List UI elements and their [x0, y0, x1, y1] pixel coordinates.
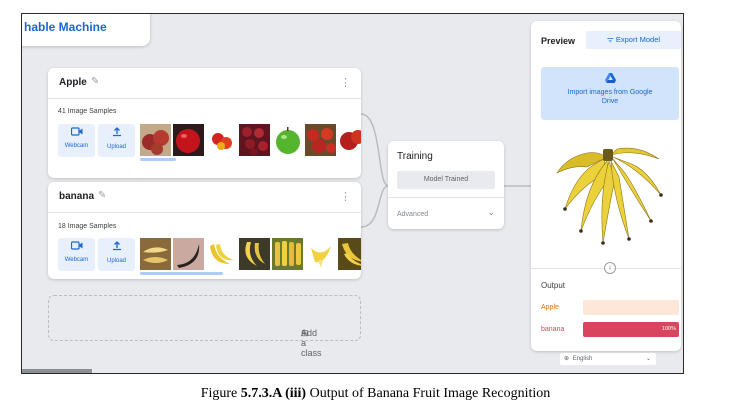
- thumbnail-scrollbar[interactable]: [140, 272, 223, 275]
- teachable-machine-window: hable Machine Apple ✎ ⋮ 41 Image Samples…: [21, 13, 684, 374]
- add-class-button[interactable]: ⊞ Add a class: [48, 295, 361, 358]
- upload-button[interactable]: Upload: [98, 238, 135, 271]
- more-options-icon[interactable]: ⋮: [340, 76, 351, 89]
- upload-icon: [98, 241, 135, 255]
- training-card: Training Model Trained Advanced ⌄: [388, 141, 504, 229]
- class-card-apple: Apple ✎ ⋮ 41 Image Samples Webcam Upload: [48, 68, 361, 178]
- sample-image[interactable]: [173, 124, 204, 156]
- class-name[interactable]: Apple: [59, 77, 87, 88]
- webcam-button[interactable]: Webcam: [58, 124, 95, 157]
- pencil-icon[interactable]: ✎: [98, 190, 106, 201]
- sample-count: 41 Image Samples: [58, 108, 117, 115]
- chevron-down-icon[interactable]: ⌄: [487, 207, 495, 218]
- sample-thumbnails[interactable]: [140, 238, 361, 270]
- class-name[interactable]: banana: [59, 191, 94, 202]
- sample-image[interactable]: [305, 238, 336, 270]
- confidence-bar-apple: [583, 300, 679, 315]
- class-header: Apple ✎ ⋮: [48, 68, 361, 99]
- confidence-bar-banana: 100%: [583, 322, 679, 337]
- sample-count: 18 Image Samples: [58, 223, 117, 230]
- output-label-apple: Apple: [541, 304, 559, 311]
- divider: [388, 197, 504, 198]
- sample-image[interactable]: [140, 124, 171, 156]
- sample-image[interactable]: [140, 238, 171, 270]
- webcam-button[interactable]: Webcam: [58, 238, 95, 271]
- sample-image[interactable]: [272, 238, 303, 270]
- preview-image: [556, 147, 663, 245]
- sample-image[interactable]: [338, 124, 361, 156]
- upload-button[interactable]: Upload: [98, 124, 135, 157]
- sample-image[interactable]: [338, 238, 361, 270]
- arrow-down-icon: ↓: [604, 262, 616, 274]
- sample-image[interactable]: [272, 124, 303, 156]
- figure-caption: Figure 5.7.3.A (iii) Output of Banana Fr…: [200, 386, 551, 401]
- language-select[interactable]: ⊕ English ⌄: [560, 353, 656, 365]
- output-label-banana: banana: [541, 326, 565, 333]
- sample-thumbnails[interactable]: [140, 124, 361, 156]
- export-model-button[interactable]: ᯤ Export Model: [586, 31, 681, 49]
- train-model-button[interactable]: Model Trained: [397, 171, 495, 189]
- sample-image[interactable]: [305, 124, 336, 156]
- sample-image[interactable]: [173, 238, 204, 270]
- import-label: Import images from Google Drive: [567, 89, 653, 105]
- thumbnail-scrollbar[interactable]: [140, 158, 176, 161]
- sample-image[interactable]: [239, 124, 270, 156]
- webcam-icon: [58, 241, 95, 254]
- wifi-icon: ᯤ: [606, 35, 614, 44]
- sample-image[interactable]: [206, 238, 237, 270]
- confidence-percent: 100%: [661, 326, 676, 332]
- training-title: Training: [397, 151, 433, 162]
- output-title: Output: [541, 281, 566, 290]
- pencil-icon[interactable]: ✎: [91, 76, 99, 87]
- horizontal-scrollbar[interactable]: [22, 369, 92, 373]
- class-card-banana: banana ✎ ⋮ 18 Image Samples Webcam Uploa…: [48, 182, 361, 279]
- globe-icon: ⊕: [564, 356, 570, 362]
- upload-icon: [98, 127, 135, 141]
- chevron-down-icon: ⌄: [645, 356, 651, 362]
- advanced-toggle[interactable]: Advanced: [397, 211, 428, 218]
- sample-image[interactable]: [206, 124, 237, 156]
- webcam-icon: [58, 127, 95, 140]
- import-drive-button[interactable]: Import images from Google Drive: [541, 67, 679, 120]
- preview-title: Preview: [541, 36, 576, 46]
- preview-panel: Preview ᯤ Export Model Import images fro…: [531, 21, 681, 351]
- google-drive-icon: [541, 73, 679, 86]
- more-options-icon[interactable]: ⋮: [340, 190, 351, 203]
- class-header: banana ✎ ⋮: [48, 182, 361, 213]
- sample-image[interactable]: [239, 238, 270, 270]
